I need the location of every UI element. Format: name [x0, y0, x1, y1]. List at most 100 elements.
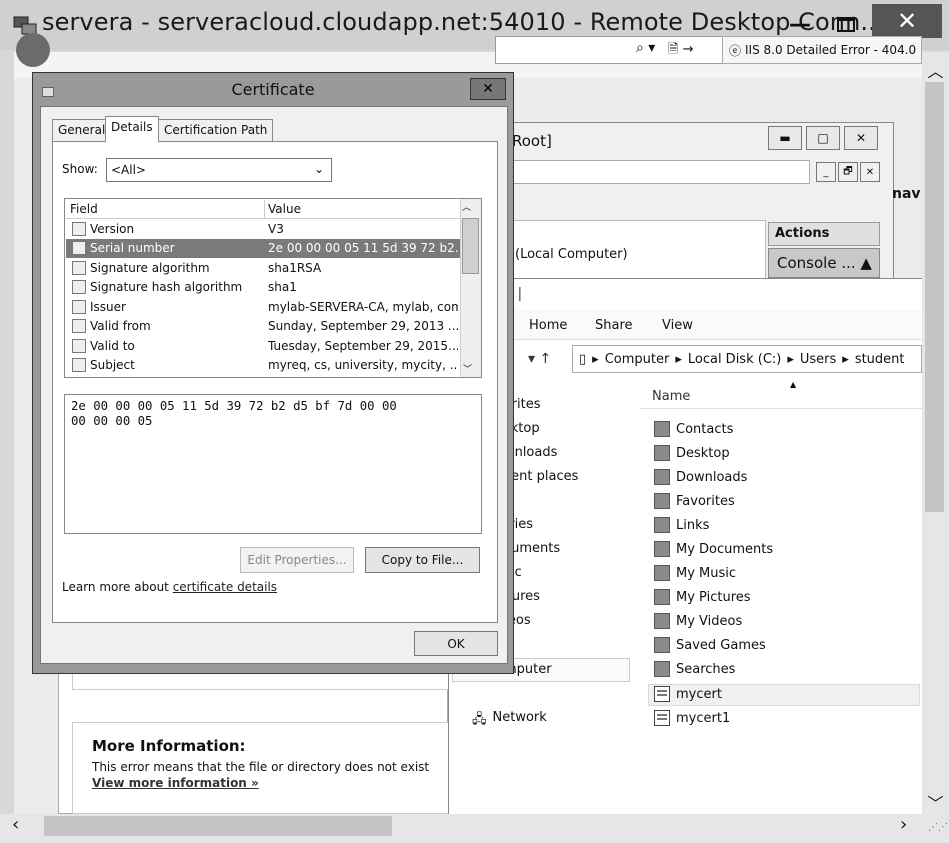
field-icon: [72, 358, 86, 372]
mmc-console-action[interactable]: Console ... ▲: [768, 248, 880, 278]
certificate-details-link[interactable]: certificate details: [173, 580, 277, 594]
rdp-minimize-button[interactable]: —: [780, 10, 820, 38]
mmc-inner-minimize-button[interactable]: _: [816, 162, 836, 182]
tab-certification-path[interactable]: Certification Path: [158, 119, 274, 141]
file-item-desktop[interactable]: Desktop: [654, 445, 730, 461]
chevron-up-icon[interactable]: ︿: [462, 200, 471, 213]
file-item-my-videos[interactable]: My Videos: [654, 613, 742, 629]
resize-grip-icon[interactable]: ⋰⋰: [928, 822, 948, 833]
compatibility-icon[interactable]: 🗎 →: [668, 40, 693, 62]
tab-details[interactable]: Details: [105, 116, 159, 142]
folder-icon: [654, 565, 670, 581]
folder-icon: [654, 661, 670, 677]
file-item-links[interactable]: Links: [654, 517, 709, 533]
ribbon-tab-share[interactable]: Share: [595, 318, 633, 333]
more-information-text: This error means that the file or direct…: [92, 760, 430, 774]
nav-network[interactable]: 🖧 Network: [472, 710, 547, 732]
breadcrumb-separator-icon: ▸: [592, 351, 599, 367]
file-item-contacts[interactable]: Contacts: [654, 421, 733, 437]
mmc-close-button[interactable]: ✕: [844, 126, 878, 150]
rdp-horizontal-scroll-thumb[interactable]: [44, 816, 392, 836]
file-item-my-documents[interactable]: My Documents: [654, 541, 773, 557]
mmc-window-controls: ▬ □ ✕: [768, 126, 878, 150]
ok-button[interactable]: OK: [414, 631, 498, 656]
copy-to-file-button[interactable]: Copy to File...: [365, 547, 480, 573]
rdp-close-button[interactable]: ✕: [872, 4, 942, 38]
mmc-minimize-button[interactable]: ▬: [768, 126, 802, 150]
field-value-textbox[interactable]: 2e 00 00 00 05 11 5d 39 72 b2 d5 bf 7d 0…: [64, 394, 482, 534]
field-row-serial-number[interactable]: Serial number 2e 00 00 00 05 11 5d 39 72 …: [66, 239, 460, 258]
scroll-down-icon[interactable]: ﹀: [922, 790, 949, 814]
field-row-signature-hash-algorithm[interactable]: Signature hash algorithm sha1: [66, 278, 460, 297]
browser-back-button[interactable]: [16, 33, 50, 67]
field-icon: [72, 241, 86, 255]
field-row-signature-algorithm[interactable]: Signature algorithm sha1RSA: [66, 259, 460, 278]
explorer-breadcrumb[interactable]: ▯ ▸ Computer ▸ Local Disk (C:) ▸ Users ▸…: [572, 345, 922, 373]
tab-general[interactable]: General: [52, 119, 112, 141]
chevron-down-icon[interactable]: ﹀: [463, 362, 472, 375]
edit-properties-button[interactable]: Edit Properties...: [240, 547, 354, 573]
column-separator[interactable]: [264, 200, 265, 218]
up-arrow-icon[interactable]: ▾ ↑: [528, 351, 551, 367]
search-icon[interactable]: ⌕ ▾: [636, 40, 655, 56]
mmc-inner-toolbar: [510, 160, 810, 184]
header-divider: [66, 218, 460, 219]
file-item-favorites[interactable]: Favorites: [654, 493, 735, 509]
column-header-name[interactable]: Name: [652, 389, 690, 404]
scroll-left-icon[interactable]: ‹: [12, 814, 19, 835]
more-information-title: More Information:: [92, 737, 246, 755]
view-more-information-link[interactable]: View more information »: [92, 776, 259, 790]
file-item-saved-games[interactable]: Saved Games: [654, 637, 766, 653]
field-icon: [72, 280, 86, 294]
field-icon: [72, 300, 86, 314]
field-icon: [72, 261, 86, 275]
file-item-my-music[interactable]: My Music: [654, 565, 736, 581]
field-row-subject[interactable]: Subject myreq, cs, university, mycity, ..…: [66, 356, 460, 375]
sort-ascending-icon: ▲: [790, 380, 797, 389]
field-row-valid-from[interactable]: Valid from Sunday, September 29, 2013 ...: [66, 317, 460, 336]
breadcrumb-student[interactable]: student: [855, 352, 905, 367]
certificate-close-button[interactable]: ✕: [470, 78, 506, 100]
breadcrumb-local-disk[interactable]: Local Disk (C:): [688, 352, 781, 367]
field-row-valid-to[interactable]: Valid to Tuesday, September 29, 2015...: [66, 337, 460, 356]
browser-tab[interactable]: ⓔ IIS 8.0 Detailed Error - 404.0: [722, 36, 922, 64]
mmc-inner-controls: _ 🗗 ✕: [816, 162, 880, 182]
fields-scroll-thumb[interactable]: [462, 218, 479, 274]
file-item-mycert1[interactable]: mycert1: [654, 710, 730, 726]
file-item-searches[interactable]: Searches: [654, 661, 735, 677]
mmc-title: Root]: [512, 132, 552, 150]
rdp-maximize-button[interactable]: [826, 10, 866, 38]
breadcrumb-computer[interactable]: Computer: [605, 352, 670, 367]
ribbon-tab-home[interactable]: Home: [529, 318, 567, 333]
maximize-icon: [837, 16, 855, 32]
mmc-inner-close-button[interactable]: ✕: [860, 162, 880, 182]
mmc-inner-restore-button[interactable]: 🗗: [838, 162, 858, 182]
show-dropdown[interactable]: <All>: [106, 158, 332, 182]
file-item-mycert[interactable]: mycert: [654, 686, 722, 702]
column-header-field[interactable]: Field: [70, 202, 98, 216]
field-row-issuer[interactable]: Issuer mylab-SERVERA-CA, mylab, com: [66, 298, 460, 317]
scroll-up-icon[interactable]: ︿: [922, 58, 949, 82]
certificate-dialog-title: Certificate: [231, 80, 315, 99]
breadcrumb-separator-icon: ▸: [842, 351, 849, 367]
rdp-vertical-scroll-thumb[interactable]: [925, 82, 944, 512]
field-icon: [72, 339, 86, 353]
folder-icon: [654, 517, 670, 533]
field-icon: [72, 222, 86, 236]
field-icon: [72, 319, 86, 333]
mmc-nav-label: nav: [892, 186, 921, 202]
mmc-local-computer-node[interactable]: (Local Computer): [515, 247, 628, 262]
rdp-window-title: servera - serveracloud.cloudapp.net:5401…: [42, 8, 884, 36]
breadcrumb-users[interactable]: Users: [800, 352, 836, 367]
browser-tab-title: IIS 8.0 Detailed Error - 404.0: [745, 43, 917, 57]
scroll-right-icon[interactable]: ›: [900, 814, 907, 835]
network-icon: 🖧: [472, 712, 487, 727]
ribbon-tab-view[interactable]: View: [662, 318, 693, 333]
file-item-my-pictures[interactable]: My Pictures: [654, 589, 751, 605]
learn-more-prefix: Learn more about: [62, 580, 173, 594]
mmc-maximize-button[interactable]: □: [806, 126, 840, 150]
certificate-icon: [654, 686, 670, 702]
file-item-downloads[interactable]: Downloads: [654, 469, 747, 485]
field-row-version[interactable]: Version V3: [66, 220, 460, 239]
column-header-value[interactable]: Value: [268, 202, 301, 216]
